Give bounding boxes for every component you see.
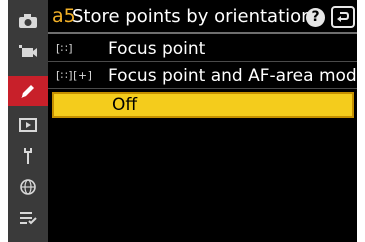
- option-focus-point[interactable]: [∷] Focus point: [48, 36, 357, 62]
- back-button[interactable]: [331, 6, 355, 28]
- tab-custom-settings[interactable]: [8, 76, 48, 106]
- network-icon: [20, 179, 36, 195]
- option-off[interactable]: Off: [52, 92, 354, 118]
- menu-panel: a5 Store points by orientation ? [∷] Foc…: [8, 0, 357, 242]
- tab-playback[interactable]: [8, 110, 48, 140]
- wrench-icon: [24, 148, 32, 164]
- return-arrow-icon: [337, 12, 350, 22]
- option-label: Focus point and AF-area mode: [108, 66, 357, 86]
- option-label: Off: [112, 95, 138, 115]
- focus-point-icon: [∷]: [56, 42, 74, 55]
- tab-movie-recording[interactable]: [8, 36, 48, 66]
- pencil-icon: [21, 85, 34, 98]
- tab-setup[interactable]: [8, 141, 48, 171]
- menu-tab-bar: [8, 0, 48, 242]
- page-title: Store points by orientation: [72, 6, 313, 27]
- option-label: Focus point: [108, 39, 206, 59]
- help-icon[interactable]: ?: [306, 8, 325, 27]
- camera-icon: [19, 14, 37, 28]
- menu-header: a5 Store points by orientation ?: [48, 0, 357, 34]
- my-menu-icon: [20, 212, 37, 225]
- tab-network[interactable]: [8, 172, 48, 202]
- camera-screen: a5 Store points by orientation ? [∷] Foc…: [0, 0, 365, 242]
- movie-camera-icon: [19, 45, 37, 57]
- option-focus-point-and-af-area-mode[interactable]: [∷][+] Focus point and AF-area mode: [48, 63, 357, 89]
- tab-my-menu[interactable]: [8, 203, 48, 233]
- tab-photo-shooting[interactable]: [8, 6, 48, 36]
- playback-icon: [19, 118, 37, 132]
- focus-point-af-area-icon: [∷][+]: [56, 69, 93, 82]
